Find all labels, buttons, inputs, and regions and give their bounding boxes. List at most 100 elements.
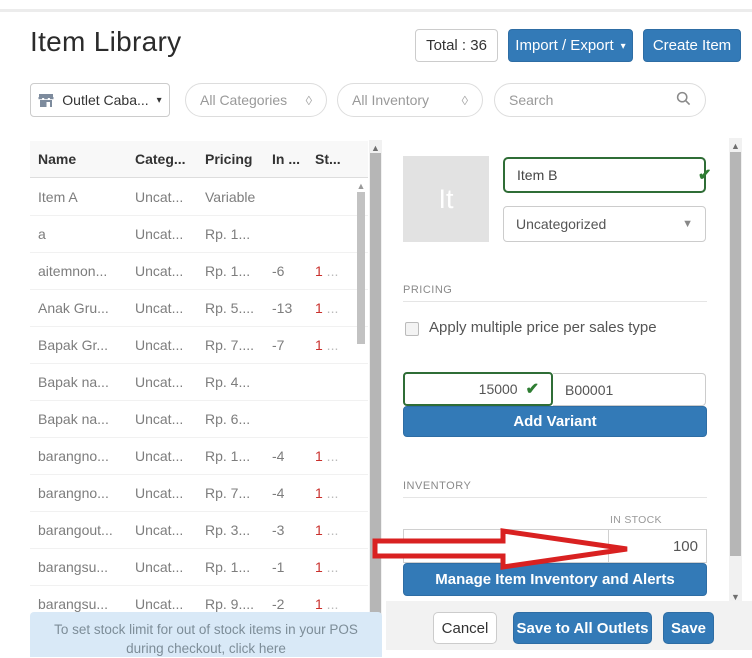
cell-name: barangsu... — [38, 559, 109, 575]
item-image-placeholder[interactable]: It — [403, 156, 489, 242]
table-header: Name Categ... Pricing In ... St... — [30, 141, 368, 178]
column-header[interactable]: St... — [315, 141, 341, 178]
in-stock-input[interactable] — [608, 530, 698, 562]
item-name-field: ✔ — [503, 157, 711, 193]
cell-pricing: Rp. 6... — [205, 411, 251, 427]
save-button[interactable]: Save — [663, 612, 714, 644]
cell-name: Bapak Gr... — [38, 337, 109, 353]
stock-alert-ellipsis: ... — [322, 559, 339, 575]
search-box — [494, 83, 706, 117]
check-icon: ✔ — [698, 167, 712, 184]
cell-category: Uncat... — [135, 522, 184, 538]
cell-pricing: Rp. 4... — [205, 374, 251, 390]
cell-stock-alert: 1 ... — [315, 327, 338, 363]
cell-stock-alert: 1 ... — [315, 290, 338, 326]
category-filter-dropdown[interactable]: All Categories ◊ — [185, 83, 327, 117]
table-body: Item A Uncat... Variable a Uncat... Rp. … — [30, 179, 368, 623]
multi-price-checkbox[interactable] — [405, 322, 419, 336]
stock-alert-ellipsis: ... — [322, 337, 339, 353]
cell-in-stock: -4 — [272, 448, 285, 464]
cell-pricing: Rp. 1... — [205, 226, 251, 242]
cell-pricing: Variable — [205, 189, 256, 205]
table-scroll-up-icon[interactable]: ▲ — [355, 181, 367, 191]
variant-sku-field — [553, 373, 706, 406]
column-header[interactable]: Name — [38, 141, 76, 178]
outlet-selector-button[interactable]: Outlet Caba... ▾ — [30, 83, 170, 117]
pricing-section-label: PRICING — [403, 284, 453, 296]
variant-price-input[interactable] — [457, 381, 518, 397]
column-header[interactable]: Pricing — [205, 141, 252, 178]
cell-stock-alert: 1 ... — [315, 253, 338, 289]
cell-name: Bapak na... — [38, 374, 109, 390]
right-scrollbar-thumb[interactable] — [730, 152, 741, 556]
item-category-value: Uncategorized — [516, 216, 607, 232]
stock-alert-count: 1 — [315, 559, 323, 575]
add-variant-button[interactable]: Add Variant — [403, 406, 707, 437]
cell-name: barangno... — [38, 485, 109, 501]
table-row[interactable]: Item A Uncat... Variable — [30, 179, 368, 216]
cell-category: Uncat... — [135, 226, 184, 242]
table-row[interactable]: barangno... Uncat... Rp. 7... -4 1 ... — [30, 475, 368, 512]
table-row[interactable]: Bapak Gr... Uncat... Rp. 7.... -7 1 ... — [30, 327, 368, 364]
caret-down-icon: ▼ — [682, 218, 693, 230]
inventory-filter-label: All Inventory — [352, 92, 430, 108]
table-row[interactable]: barangno... Uncat... Rp. 1... -4 1 ... — [30, 438, 368, 475]
banner-line2-link[interactable]: during checkout, click here — [30, 639, 382, 658]
import-export-button[interactable]: Import / Export ▾ — [508, 29, 633, 62]
table-scrollbar-thumb[interactable] — [357, 192, 365, 344]
table-row[interactable]: a Uncat... Rp. 1... — [30, 216, 368, 253]
cell-stock-alert: 1 ... — [315, 475, 338, 511]
inventory-divider — [403, 497, 707, 498]
create-item-button[interactable]: Create Item — [643, 29, 741, 62]
right-scroll-up-icon[interactable]: ▲ — [729, 141, 742, 151]
search-input[interactable] — [509, 92, 659, 108]
cell-stock-alert: 1 ... — [315, 438, 338, 474]
cell-in-stock: -6 — [272, 263, 285, 279]
cell-category: Uncat... — [135, 559, 184, 575]
cell-stock-alert: 1 ... — [315, 549, 338, 585]
cell-category: Uncat... — [135, 485, 184, 501]
cell-category: Uncat... — [135, 300, 184, 316]
inventory-filter-dropdown[interactable]: All Inventory ◊ — [337, 83, 483, 117]
table-row[interactable]: barangout... Uncat... Rp. 3... -3 1 ... — [30, 512, 368, 549]
in-stock-row — [403, 529, 707, 563]
import-export-label: Import / Export — [515, 37, 614, 54]
column-header[interactable]: In ... — [272, 141, 300, 178]
left-scroll-up-icon[interactable]: ▲ — [369, 143, 382, 153]
stock-alert-ellipsis: ... — [322, 263, 339, 279]
stock-limit-banner[interactable]: To set stock limit for out of stock item… — [30, 612, 382, 657]
table-row[interactable]: Bapak na... Uncat... Rp. 4... — [30, 364, 368, 401]
cell-pricing: Rp. 1... — [205, 448, 251, 464]
variant-sku-input[interactable] — [565, 381, 693, 398]
stock-alert-count: 1 — [315, 263, 323, 279]
column-header[interactable]: Categ... — [135, 141, 186, 178]
variant-price-field: ✔ — [403, 372, 553, 406]
stock-alert-count: 1 — [315, 448, 323, 464]
stock-alert-count: 1 — [315, 522, 323, 538]
caret-down-icon: ▾ — [620, 40, 626, 52]
outlet-label: Outlet Caba... — [62, 92, 149, 108]
table-row[interactable]: aitemnon... Uncat... Rp. 1... -6 1 ... — [30, 253, 368, 290]
stock-alert-ellipsis: ... — [322, 596, 339, 612]
table-row[interactable]: Bapak na... Uncat... Rp. 6... — [30, 401, 368, 438]
cell-name: a — [38, 226, 46, 242]
cell-category: Uncat... — [135, 337, 184, 353]
save-to-all-outlets-button[interactable]: Save to All Outlets — [513, 612, 652, 644]
item-category-select[interactable]: Uncategorized ▼ — [503, 206, 706, 242]
left-scrollbar-thumb[interactable] — [370, 153, 381, 615]
cell-pricing: Rp. 5.... — [205, 300, 255, 316]
cell-in-stock: -13 — [272, 300, 293, 316]
item-name-input[interactable] — [517, 167, 698, 183]
caret-down-icon: ▾ — [156, 95, 162, 106]
cell-in-stock: -3 — [272, 522, 285, 538]
table-row[interactable]: Anak Gru... Uncat... Rp. 5.... -13 1 ... — [30, 290, 368, 327]
total-count-badge: Total : 36 — [415, 29, 498, 62]
stock-alert-count: 1 — [315, 596, 323, 612]
cell-name: Anak Gru... — [38, 300, 109, 316]
inventory-section-label: INVENTORY — [403, 480, 472, 492]
table-row[interactable]: barangsu... Uncat... Rp. 1... -1 1 ... — [30, 549, 368, 586]
manage-inventory-button[interactable]: Manage Item Inventory and Alerts — [403, 563, 707, 596]
cancel-button[interactable]: Cancel — [433, 612, 497, 644]
category-filter-label: All Categories — [200, 92, 288, 108]
cell-name: Item A — [38, 189, 78, 205]
